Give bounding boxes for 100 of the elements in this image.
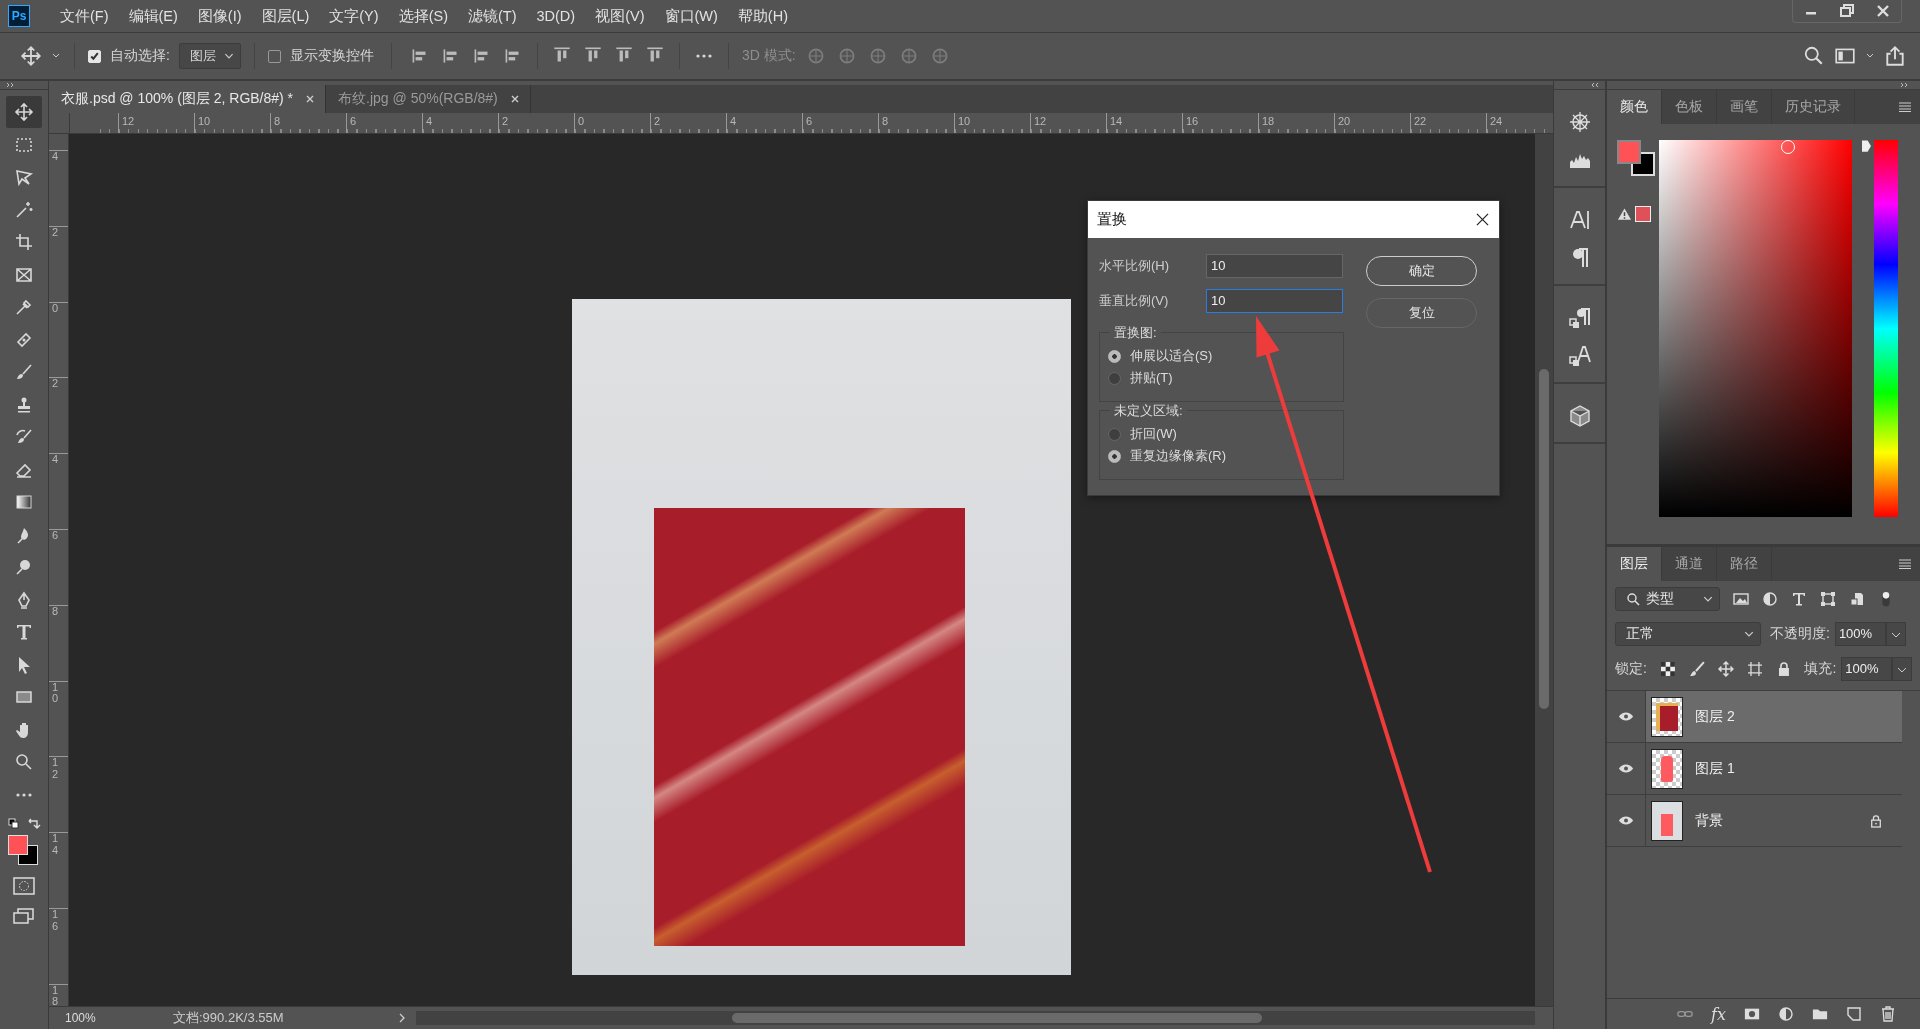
menu-item[interactable]: 图像(I) bbox=[187, 6, 252, 26]
panel-tab[interactable]: 颜色 bbox=[1607, 90, 1662, 124]
panel-tab[interactable]: 历史记录 bbox=[1772, 90, 1855, 124]
app-logo: Ps bbox=[8, 5, 30, 27]
wheel-icon[interactable] bbox=[1567, 110, 1592, 134]
field-label: 水平比例(H) bbox=[1099, 256, 1171, 275]
zoom-icon bbox=[14, 752, 34, 772]
input-field[interactable]: 10 bbox=[1206, 288, 1343, 313]
radio-button[interactable] bbox=[1108, 449, 1121, 463]
dialog-button[interactable]: 复位 bbox=[1366, 298, 1477, 328]
color-field[interactable] bbox=[1659, 140, 1852, 517]
type-filter-icon[interactable] bbox=[1791, 590, 1807, 607]
expand-icon[interactable] bbox=[1900, 82, 1910, 88]
vertical-scrollbar[interactable] bbox=[1535, 134, 1553, 1006]
shape-filter-icon[interactable] bbox=[1820, 590, 1836, 607]
chevron-icon[interactable] bbox=[398, 1012, 406, 1024]
document-tab[interactable]: 衣服.psd @ 100% (图层 2, RGB/8#) * bbox=[49, 85, 327, 113]
ruler-number: 4 bbox=[52, 151, 59, 163]
smart-object-filter-icon[interactable] bbox=[1849, 590, 1865, 607]
panel-tab[interactable]: 图层 bbox=[1607, 547, 1662, 581]
close-icon[interactable] bbox=[509, 94, 520, 104]
move-arrows-icon[interactable] bbox=[1717, 660, 1734, 677]
character-style-icon[interactable] bbox=[1567, 344, 1592, 368]
search-icon[interactable] bbox=[1803, 45, 1825, 67]
share-icon[interactable] bbox=[1884, 45, 1906, 67]
menu-item[interactable]: 视图(V) bbox=[585, 6, 655, 26]
ruler-number: 20 bbox=[1337, 115, 1351, 127]
trash-icon[interactable] bbox=[1880, 1006, 1896, 1022]
menu-item[interactable]: 图层(L) bbox=[251, 6, 320, 26]
search-icon bbox=[1626, 591, 1640, 606]
paragraph-style-icon[interactable] bbox=[1567, 306, 1592, 330]
mask-icon[interactable] bbox=[1744, 1006, 1760, 1022]
layer-row[interactable]: 图层 2 bbox=[1646, 691, 1902, 742]
panel-tab[interactable]: 色板 bbox=[1662, 90, 1717, 124]
panel-tab[interactable]: 画笔 bbox=[1717, 90, 1772, 124]
panel-tab[interactable]: 路径 bbox=[1717, 547, 1772, 581]
fill-field[interactable]: 100% bbox=[1841, 656, 1893, 681]
menu-icon[interactable] bbox=[1898, 102, 1912, 112]
gamut-swatch[interactable] bbox=[1635, 206, 1651, 222]
adjustment-layer-icon[interactable] bbox=[1778, 1006, 1794, 1022]
horizontal-scrollbar[interactable] bbox=[416, 1011, 1535, 1025]
collapse-icon[interactable] bbox=[1589, 82, 1599, 88]
cube-icon[interactable] bbox=[1567, 404, 1592, 428]
warning-icon[interactable] bbox=[1617, 207, 1632, 221]
ruler-number: 2 bbox=[52, 378, 59, 390]
hue-slider[interactable] bbox=[1862, 140, 1898, 517]
layer-row[interactable]: 背景 bbox=[1646, 795, 1902, 846]
adjustment-filter-icon[interactable] bbox=[1762, 590, 1778, 607]
brush-icon[interactable] bbox=[1688, 660, 1705, 677]
panel-tab[interactable]: 通道 bbox=[1662, 547, 1717, 581]
menu-icon[interactable] bbox=[1898, 559, 1912, 569]
layer-row[interactable]: 图层 1 bbox=[1646, 743, 1902, 794]
radio-button[interactable] bbox=[1108, 427, 1121, 441]
menu-item[interactable]: 文件(F) bbox=[50, 6, 119, 26]
move-arrows-icon[interactable] bbox=[20, 45, 42, 67]
ruler-number: 16 bbox=[52, 908, 59, 933]
image-filter-icon[interactable] bbox=[1733, 590, 1749, 607]
ruler-number: 4 bbox=[425, 115, 433, 127]
menu-item[interactable]: 编辑(E) bbox=[118, 6, 188, 26]
ruler-number: 10 bbox=[197, 115, 211, 127]
ruler-number: 10 bbox=[957, 115, 971, 127]
radio-button[interactable] bbox=[1108, 349, 1121, 363]
eyedropper-icon bbox=[14, 297, 34, 317]
new-layer-icon[interactable] bbox=[1846, 1006, 1862, 1022]
radio-button[interactable] bbox=[1108, 371, 1121, 385]
checkbox[interactable] bbox=[267, 49, 281, 63]
blend-mode-dropdown[interactable]: 正常 bbox=[1615, 621, 1761, 646]
field-label: 垂直比例(V) bbox=[1099, 291, 1170, 310]
color-swatches[interactable] bbox=[1617, 140, 1655, 176]
filter-dropdown[interactable]: 类型 bbox=[1615, 586, 1720, 611]
color-swatches[interactable] bbox=[8, 834, 40, 865]
screen-mode-icon[interactable] bbox=[13, 906, 35, 925]
lock-icon[interactable] bbox=[1870, 813, 1882, 828]
hue-pointer-icon[interactable] bbox=[1862, 140, 1871, 152]
close-icon[interactable] bbox=[1476, 213, 1489, 226]
ruler-number: 0 bbox=[577, 115, 585, 127]
menu-item[interactable]: 窗口(W) bbox=[654, 6, 728, 26]
zoom-field[interactable]: 100% bbox=[49, 1011, 123, 1025]
expand-icon[interactable] bbox=[6, 82, 16, 88]
eye-icon[interactable] bbox=[1618, 815, 1634, 826]
ruler-number: 12 bbox=[52, 757, 59, 781]
menu-item[interactable]: 文字(Y) bbox=[319, 6, 389, 26]
tool-button[interactable] bbox=[6, 96, 42, 128]
quick-mask-icon[interactable] bbox=[13, 876, 35, 895]
radio-label: 伸展以适合(S) bbox=[1130, 347, 1213, 365]
checkerboard-icon[interactable] bbox=[1659, 660, 1676, 677]
menu-item[interactable]: 滤镜(T) bbox=[457, 6, 527, 26]
menu-item[interactable]: 帮助(H) bbox=[727, 6, 798, 26]
menu-item[interactable]: 选择(S) bbox=[388, 6, 458, 26]
target-dropdown[interactable]: 图层 bbox=[178, 43, 241, 69]
menu-item[interactable]: 3D(D) bbox=[526, 8, 586, 24]
character-icon[interactable] bbox=[1567, 208, 1592, 232]
eye-icon[interactable] bbox=[1618, 711, 1634, 722]
layer-style-button[interactable]: fx bbox=[1711, 1004, 1726, 1024]
opacity-field[interactable]: 100% bbox=[1834, 621, 1886, 646]
dialog-button[interactable]: 确定 bbox=[1366, 256, 1477, 286]
swap-colors-icon[interactable] bbox=[7, 816, 41, 831]
eye-icon[interactable] bbox=[1618, 763, 1634, 774]
input-field[interactable]: 10 bbox=[1206, 253, 1343, 278]
artboard-icon[interactable] bbox=[1746, 660, 1763, 677]
